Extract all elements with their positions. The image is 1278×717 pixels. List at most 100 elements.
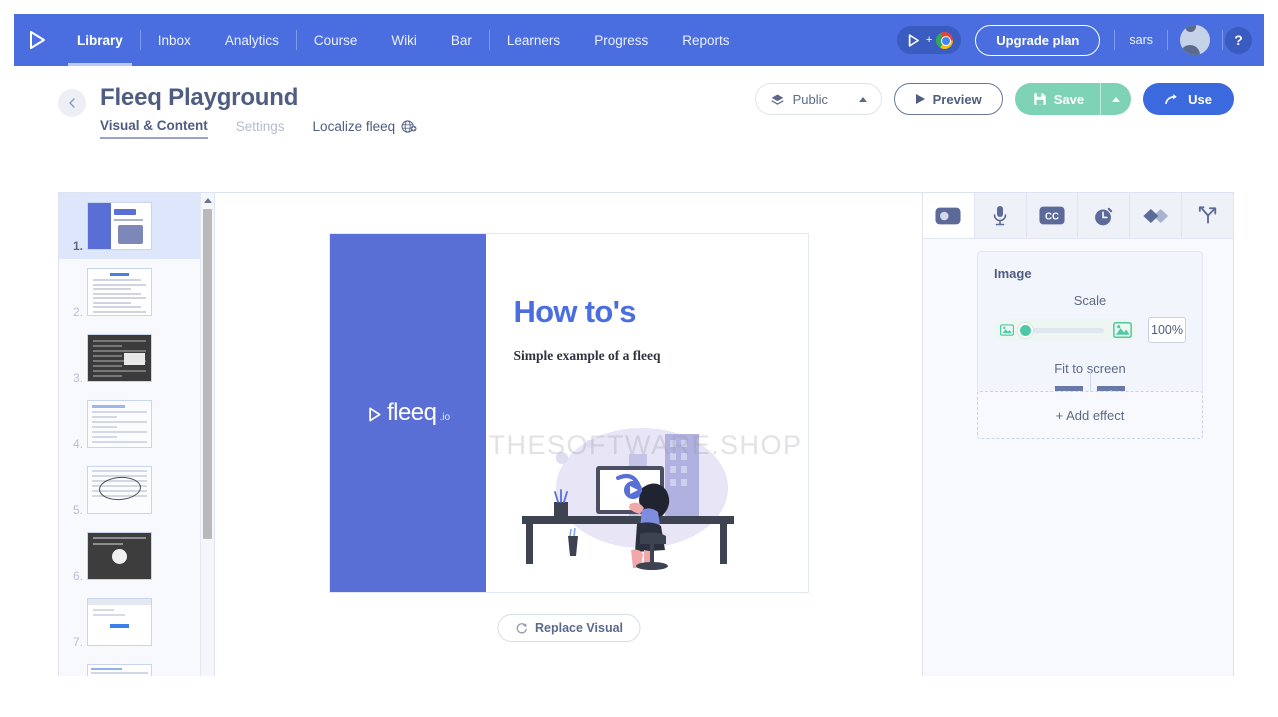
slide-list-item[interactable]: 7. <box>59 589 200 655</box>
help-icon[interactable]: ? <box>1225 26 1252 54</box>
slide-thumbnail <box>87 532 152 580</box>
slide-brand-panel: fleeq .io <box>329 234 486 592</box>
save-button[interactable]: Save <box>1014 83 1132 115</box>
plus-symbol: + <box>925 34 933 46</box>
chevron-left-icon <box>69 98 75 108</box>
username-label[interactable]: sars <box>1115 33 1167 47</box>
caret-up-icon <box>1112 96 1121 102</box>
slide-list-item[interactable]: 5. <box>59 457 200 523</box>
diamonds-icon <box>1143 208 1168 223</box>
fleeq-play-icon <box>369 407 381 422</box>
nav-label: Course <box>313 32 358 48</box>
avatar-head <box>1185 25 1196 32</box>
slide-list-scrollbar[interactable] <box>200 193 214 676</box>
nav-item-progress[interactable]: Progress <box>577 14 665 66</box>
nav-item-bar[interactable]: Bar <box>434 14 489 66</box>
add-effect-label: + Add effect <box>1055 407 1125 423</box>
slide-list-item[interactable]: 2. <box>59 259 200 325</box>
slide-list-item[interactable]: 8. <box>59 655 200 676</box>
tool-captions[interactable]: CC <box>1027 193 1079 238</box>
tool-transition[interactable] <box>1130 193 1183 238</box>
scroll-up-button[interactable] <box>201 193 214 207</box>
fleeq-play-logo-icon[interactable] <box>14 14 60 66</box>
slide-thumbnail <box>87 664 152 676</box>
slide-subtitle: Simple example of a fleeq <box>513 348 661 363</box>
tab-visual-content[interactable]: Visual & Content <box>100 118 208 139</box>
save-dropdown-toggle[interactable] <box>1101 83 1131 115</box>
scale-slider[interactable] <box>994 319 1138 341</box>
nav-item-analytics[interactable]: Analytics <box>208 14 296 66</box>
scroll-down-button[interactable] <box>201 671 214 676</box>
tool-media-image[interactable] <box>923 193 975 238</box>
chrome-extension-badge[interactable]: + <box>896 26 962 54</box>
nav-label: Library <box>77 32 123 48</box>
caret-up-icon <box>858 96 867 102</box>
nav-item-wiki[interactable]: Wiki <box>374 14 434 66</box>
effect-connector-line <box>1090 371 1091 391</box>
slide-list-item[interactable]: 6. <box>59 523 200 589</box>
visibility-label: Public <box>792 91 829 107</box>
nav-item-course[interactable]: Course <box>297 14 375 66</box>
nav-divider <box>1167 30 1168 50</box>
top-navbar: Library Inbox Analytics Course Wiki Bar … <box>14 14 1264 66</box>
tab-settings[interactable]: Settings <box>236 119 285 138</box>
upgrade-plan-label: Upgrade plan <box>996 32 1080 48</box>
svg-text:CC: CC <box>1045 212 1059 223</box>
stopwatch-icon <box>1095 207 1113 225</box>
tool-branching[interactable] <box>1182 193 1233 238</box>
add-effect-button[interactable]: + Add effect <box>977 391 1203 439</box>
large-image-icon <box>1113 322 1132 338</box>
help-label: ? <box>1234 32 1243 48</box>
tool-audio[interactable] <box>975 193 1027 238</box>
slide-thumbnail <box>87 598 152 646</box>
nav-label: Inbox <box>157 32 191 48</box>
floppy-disk-icon <box>1034 93 1046 105</box>
scale-slider-track <box>1022 327 1104 333</box>
replace-visual-label: Replace Visual <box>534 621 624 635</box>
image-card-title: Image <box>994 266 1032 281</box>
nav-label: Reports <box>682 32 730 48</box>
microphone-icon <box>993 205 1007 225</box>
tab-label: Settings <box>235 119 285 134</box>
share-arrow-icon <box>1165 93 1177 104</box>
scrollbar-thumb[interactable] <box>203 209 212 539</box>
slide-list-panel: 1. 2. 3. 4. 5. 6. 7. <box>59 193 215 676</box>
nav-label: Wiki <box>391 32 417 48</box>
scale-value-input[interactable]: 100% <box>1148 317 1186 343</box>
replace-visual-button[interactable]: Replace Visual <box>496 614 641 642</box>
slide-list-item[interactable]: 3. <box>59 325 200 391</box>
nav-item-inbox[interactable]: Inbox <box>141 14 208 66</box>
slide-list-item[interactable]: 4. <box>59 391 200 457</box>
scale-slider-thumb[interactable] <box>1018 322 1033 338</box>
slide-thumbnail <box>87 466 152 514</box>
nav-items: Library Inbox Analytics Course Wiki Bar … <box>60 14 747 66</box>
use-button[interactable]: Use <box>1143 83 1234 115</box>
nav-label: Analytics <box>224 32 279 48</box>
nav-item-learners[interactable]: Learners <box>490 14 577 66</box>
preview-label: Preview <box>932 91 982 107</box>
navbar-right-group: + Upgrade plan sars ? <box>896 24 1264 56</box>
upgrade-plan-button[interactable]: Upgrade plan <box>975 24 1101 56</box>
nav-divider <box>1222 30 1223 50</box>
globe-plus-icon <box>401 120 417 133</box>
properties-toolbar: CC <box>923 193 1233 239</box>
tool-timing[interactable] <box>1078 193 1131 238</box>
slide-canvas[interactable]: fleeq .io How to's Simple example of a f… <box>328 233 809 593</box>
visibility-dropdown[interactable]: Public <box>754 83 882 115</box>
save-divider <box>1100 83 1102 115</box>
nav-label: Progress <box>594 32 649 48</box>
back-button[interactable] <box>58 89 86 117</box>
page-title: Fleeq Playground <box>100 84 299 111</box>
tab-localize-fleeq[interactable]: Localize fleeq <box>313 118 418 139</box>
avatar-body <box>1180 45 1200 55</box>
preview-button[interactable]: Preview <box>893 83 1003 115</box>
slide-list-item[interactable]: 1. <box>59 193 200 259</box>
refresh-icon <box>516 623 527 634</box>
slide-number: 2. <box>72 305 83 319</box>
avatar[interactable] <box>1180 25 1210 55</box>
slide-number: 5. <box>72 503 83 517</box>
nav-item-reports[interactable]: Reports <box>665 14 746 66</box>
nav-item-library[interactable]: Library <box>60 14 140 66</box>
nav-label: Learners <box>506 32 561 48</box>
slide-logo-word: fleeq <box>386 399 437 426</box>
